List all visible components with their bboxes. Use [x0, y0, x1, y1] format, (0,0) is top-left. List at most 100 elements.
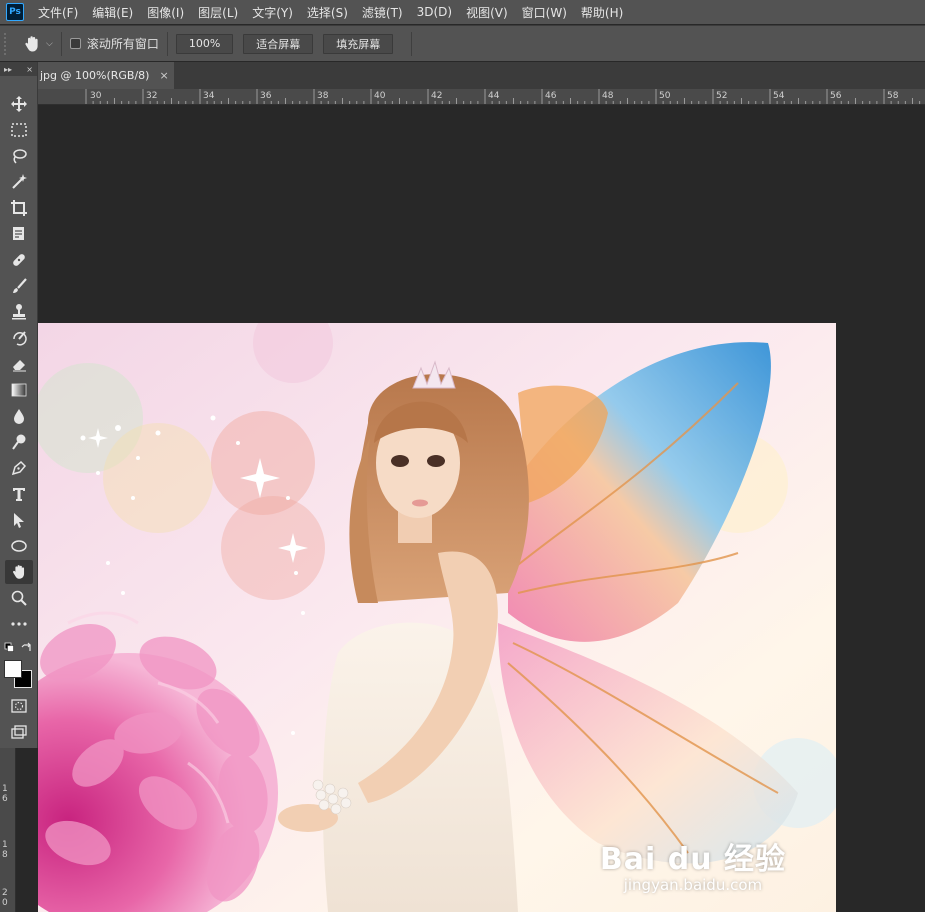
tools-panel-header[interactable]: ▸▸ ×: [0, 62, 37, 76]
quick-mask-button[interactable]: [5, 694, 33, 718]
marquee-tool[interactable]: [5, 118, 33, 142]
type-icon: [13, 488, 25, 501]
move-tool[interactable]: [5, 92, 33, 116]
ruler-label: 52: [716, 91, 728, 101]
ruler-label: 44: [488, 91, 500, 101]
document-tab[interactable]: jpg @ 100%(RGB/8) ×: [38, 62, 174, 89]
type-tool[interactable]: [5, 482, 33, 506]
document-image[interactable]: Bai du 经验 jingyan.baidu.com: [38, 323, 836, 912]
blur-tool[interactable]: [5, 404, 33, 428]
marquee-icon: [11, 123, 27, 137]
ellipse-tool[interactable]: [5, 534, 33, 558]
ruler-label: 54: [773, 91, 785, 101]
zoom-tool[interactable]: [5, 586, 33, 610]
document-tab-bar: jpg @ 100%(RGB/8) ×: [0, 62, 925, 89]
ruler-label: 1: [2, 840, 8, 850]
zoom-100-button[interactable]: 100%: [175, 33, 234, 54]
blur-icon: [14, 409, 24, 424]
ps-logo: Ps: [6, 3, 24, 21]
scroll-all-windows-checkbox[interactable]: [69, 38, 81, 49]
hand-tool[interactable]: [5, 560, 33, 584]
history-brush-tool[interactable]: [5, 326, 33, 350]
brush-tool[interactable]: [5, 274, 33, 298]
healing-brush-icon: [13, 254, 25, 266]
ruler-label: 58: [887, 91, 899, 101]
collapse-icon[interactable]: ▸▸: [4, 65, 12, 74]
screen-mode-button[interactable]: [5, 720, 33, 744]
separator: [60, 31, 62, 56]
menu-layer[interactable]: 图层(L): [198, 4, 238, 21]
ruler-label: 30: [90, 91, 102, 101]
crop-icon: [11, 200, 27, 216]
ruler-label: 1: [2, 784, 8, 794]
close-icon[interactable]: ×: [159, 69, 168, 82]
ruler-label: 34: [203, 91, 215, 101]
menu-edit[interactable]: 编辑(E): [92, 4, 133, 21]
menu-view[interactable]: 视图(V): [466, 4, 508, 21]
clone-stamp-tool[interactable]: [5, 300, 33, 324]
fairy-photo: [38, 323, 836, 912]
ruler-ticks: [85, 89, 921, 104]
fit-screen-button[interactable]: 适合屏幕: [243, 33, 314, 54]
menu-filter[interactable]: 滤镜(T): [362, 4, 403, 21]
ruler-label: 8: [2, 850, 8, 860]
options-grip[interactable]: [4, 32, 12, 55]
menu-help[interactable]: 帮助(H): [581, 4, 623, 21]
menu-file[interactable]: 文件(F): [38, 4, 78, 21]
separator: [166, 31, 168, 56]
color-swatches: [4, 660, 34, 690]
ruler-label: 40: [374, 91, 386, 101]
more-tools[interactable]: [5, 612, 33, 636]
menu-bar: Ps 文件(F) 编辑(E) 图像(I) 图层(L) 文字(Y) 选择(S) 滤…: [0, 0, 925, 24]
clone-stamp-icon: [12, 304, 26, 320]
lasso-icon: [13, 149, 27, 164]
more-tools-icon: [11, 622, 27, 626]
ruler-label: 56: [830, 91, 842, 101]
pen-tool[interactable]: [5, 456, 33, 480]
brush-icon: [13, 278, 27, 293]
menu-image[interactable]: 图像(I): [147, 4, 184, 21]
foreground-color-swatch[interactable]: [4, 660, 22, 678]
eraser-tool[interactable]: [5, 352, 33, 376]
pen-icon: [11, 460, 27, 476]
ruler-label: 0: [2, 898, 8, 908]
scroll-all-windows-label: 滚动所有窗口: [86, 37, 159, 51]
menu-select[interactable]: 选择(S): [307, 4, 348, 21]
ruler-label: 6: [2, 794, 8, 804]
gradient-icon: [11, 383, 27, 397]
tool-preset-picker[interactable]: ⌵: [22, 34, 53, 54]
history-brush-icon: [13, 331, 27, 346]
ruler-label: 38: [317, 91, 329, 101]
fill-screen-button[interactable]: 填充屏幕: [323, 33, 394, 54]
baidu-watermark: Bai du 经验 jingyan.baidu.com: [600, 834, 786, 894]
path-selection-tool[interactable]: [5, 508, 33, 532]
close-icon[interactable]: ×: [26, 65, 33, 74]
path-selection-icon: [14, 513, 24, 528]
lasso-tool[interactable]: [5, 144, 33, 168]
ruler-label: 36: [260, 91, 272, 101]
ruler-label: 42: [431, 91, 443, 101]
menu-3d[interactable]: 3D(D): [417, 5, 452, 19]
magic-wand-tool[interactable]: [5, 170, 33, 194]
dodge-tool[interactable]: [5, 430, 33, 454]
screen-mode-icon: [11, 725, 27, 739]
hand-icon: [13, 565, 25, 579]
photoshop-window: Ps 文件(F) 编辑(E) 图像(I) 图层(L) 文字(Y) 选择(S) 滤…: [0, 0, 925, 912]
ruler-label: 32: [146, 91, 158, 101]
menu-type[interactable]: 文字(Y): [252, 4, 293, 21]
eraser-icon: [13, 360, 26, 372]
options-bar: ⌵ 滚动所有窗口 100% 适合屏幕 填充屏幕: [0, 25, 925, 61]
default-colors-icon[interactable]: [4, 642, 34, 656]
eyedropper-tool[interactable]: [5, 222, 33, 246]
crop-tool[interactable]: [5, 196, 33, 220]
watermark-logo: Bai du 经验: [599, 842, 786, 877]
tools-panel: ▸▸ ×: [0, 62, 38, 748]
ruler-label: 50: [659, 91, 671, 101]
gradient-tool[interactable]: [5, 378, 33, 402]
watermark-url: jingyan.baidu.com: [623, 876, 763, 894]
healing-brush-tool[interactable]: [5, 248, 33, 272]
eyedropper-icon: [13, 227, 24, 240]
hand-icon: [25, 35, 38, 51]
menu-window[interactable]: 窗口(W): [522, 4, 567, 21]
horizontal-ruler[interactable]: 30 32 34 36 38 40 42 44 46 48 50 52 54 5…: [38, 89, 925, 105]
